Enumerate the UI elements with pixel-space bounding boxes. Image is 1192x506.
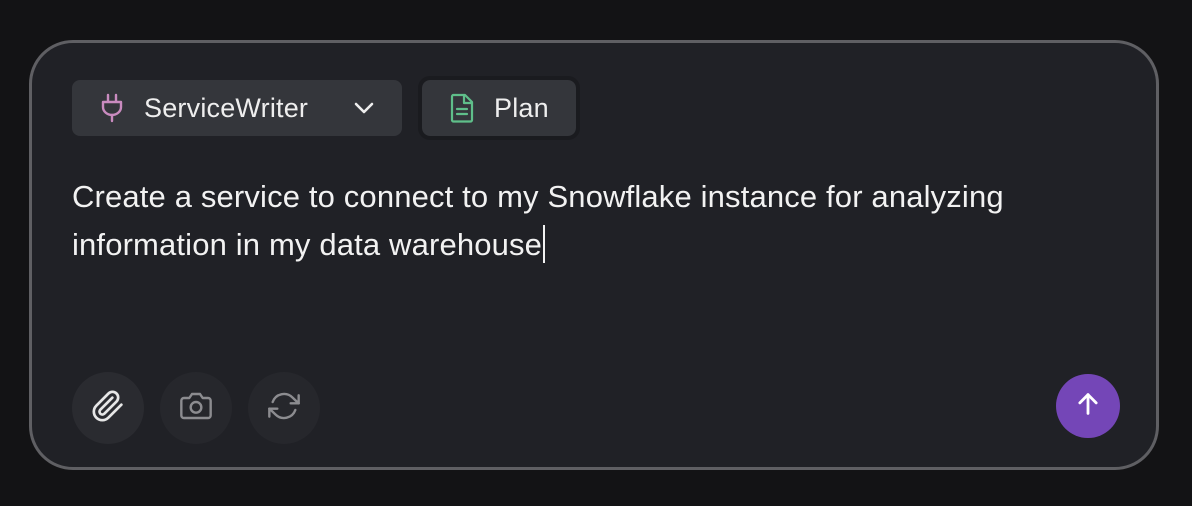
attach-file-button[interactable]: [72, 372, 144, 444]
plan-mode-button[interactable]: Plan: [418, 76, 580, 140]
refresh-button[interactable]: [248, 372, 320, 444]
arrow-up-icon: [1074, 390, 1102, 423]
plug-icon: [98, 93, 126, 123]
document-icon: [448, 93, 476, 123]
agent-selector-label: ServiceWriter: [144, 92, 309, 123]
chevron-down-icon: [352, 96, 376, 120]
agent-selector-dropdown[interactable]: ServiceWriter: [72, 80, 402, 136]
prompt-composer: ServiceWriter Plan Create a service to c…: [29, 40, 1159, 470]
prompt-text: Create a service to connect to my Snowfl…: [72, 179, 1004, 262]
refresh-icon: [268, 390, 300, 427]
plan-mode-label: Plan: [494, 92, 549, 123]
send-button[interactable]: [1056, 374, 1120, 438]
text-caret: [543, 225, 546, 263]
screenshot-button[interactable]: [160, 372, 232, 444]
prompt-input[interactable]: Create a service to connect to my Snowfl…: [72, 173, 1122, 269]
paperclip-icon: [91, 389, 125, 428]
camera-icon: [180, 390, 212, 427]
